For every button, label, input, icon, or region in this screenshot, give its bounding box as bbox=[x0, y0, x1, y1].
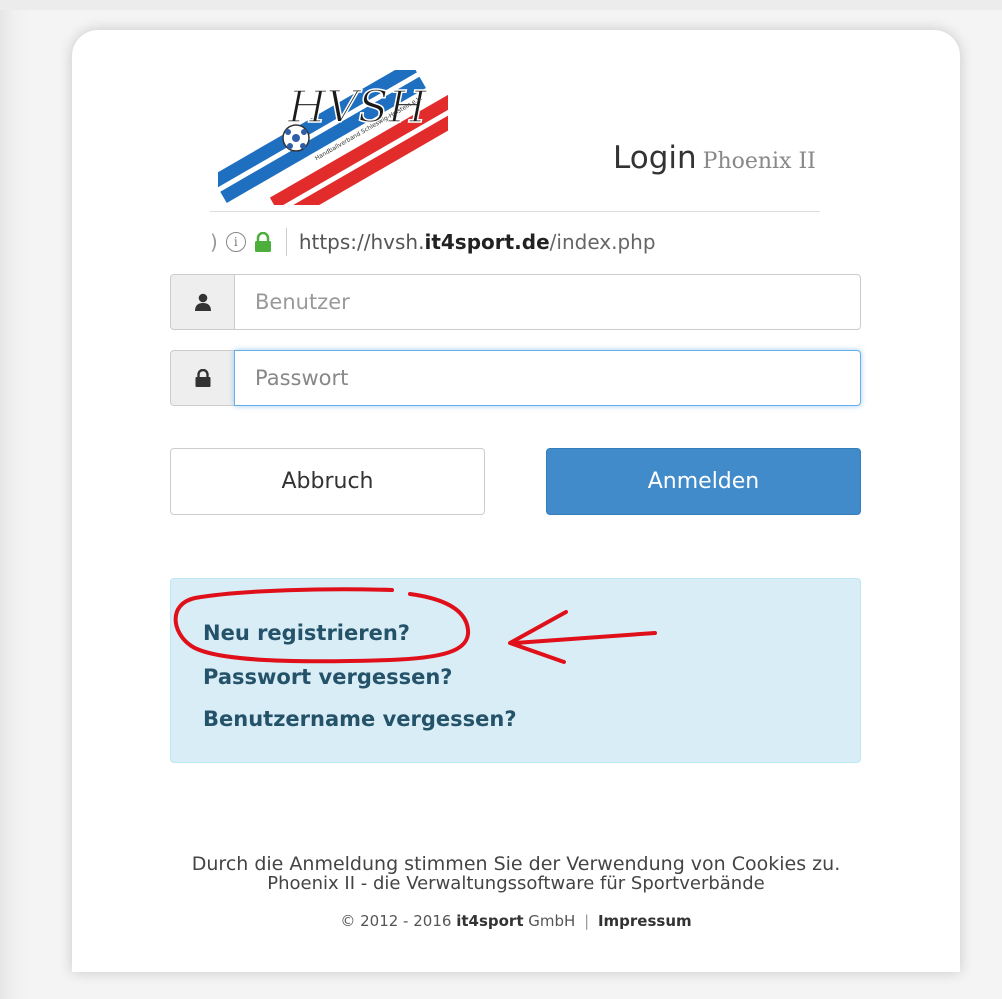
username-group bbox=[170, 274, 861, 330]
hvsh-logo: HVSH Handballverband Schleswig-Holstein … bbox=[218, 70, 448, 205]
impressum-link[interactable]: Impressum bbox=[598, 912, 692, 930]
address-bar-screenshot: ) i https://hvsh. it4sport.de/index.php bbox=[210, 224, 656, 260]
top-edge bbox=[0, 0, 1002, 10]
copyright-line: © 2012 - 2016 it4sport GmbH | Impressum bbox=[72, 912, 960, 930]
url-prefix: https://hvsh. bbox=[298, 230, 425, 254]
padlock-icon bbox=[254, 232, 271, 252]
copyright-text: © 2012 - 2016 bbox=[340, 912, 452, 930]
company-suffix: GmbH bbox=[528, 912, 576, 930]
login-subtitle: Phoenix II bbox=[702, 149, 816, 174]
footer-separator: | bbox=[584, 912, 590, 930]
company-brand: it4sport bbox=[456, 912, 524, 930]
info-icon: i bbox=[225, 232, 246, 252]
url-host: it4sport.de bbox=[424, 230, 550, 254]
register-link[interactable]: Neu registrieren? bbox=[203, 621, 410, 645]
help-links-box: Neu registrieren? Passwort vergessen? Be… bbox=[170, 578, 861, 763]
password-group bbox=[170, 350, 861, 406]
forgot-username-link[interactable]: Benutzername vergessen? bbox=[203, 707, 517, 731]
login-heading: Login Phoenix II bbox=[613, 140, 816, 176]
login-button[interactable]: Anmelden bbox=[546, 448, 861, 515]
password-input[interactable] bbox=[234, 350, 861, 406]
username-input[interactable] bbox=[234, 274, 861, 330]
user-icon bbox=[170, 274, 234, 330]
divider bbox=[210, 211, 820, 212]
forgot-password-link[interactable]: Passwort vergessen? bbox=[203, 665, 452, 689]
tagline: Phoenix II - die Verwaltungssoftware für… bbox=[267, 873, 765, 894]
lock-icon bbox=[170, 350, 234, 406]
url-path: /index.php bbox=[549, 230, 656, 254]
cookie-notice: Durch die Anmeldung stimmen Sie der Verw… bbox=[191, 853, 841, 875]
login-title: Login bbox=[613, 140, 697, 176]
url-separator bbox=[285, 228, 287, 256]
cancel-button[interactable]: Abbruch bbox=[170, 448, 485, 515]
url-paren: ) bbox=[210, 230, 218, 254]
